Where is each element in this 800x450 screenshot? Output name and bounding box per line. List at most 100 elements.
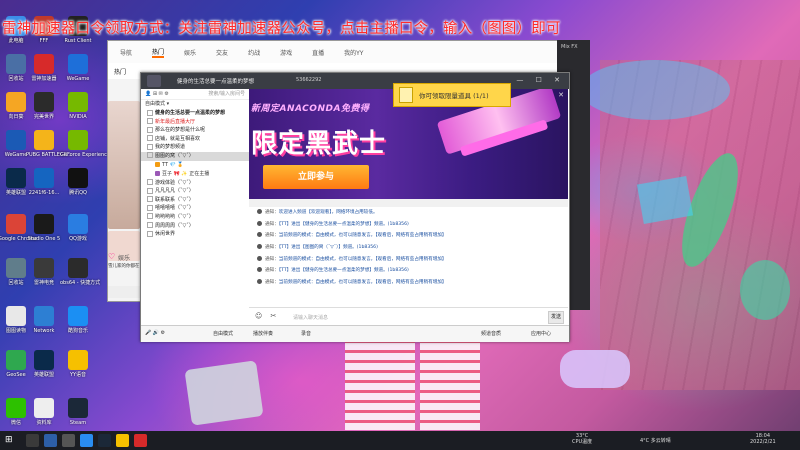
desktop-icon[interactable]: QQ游戏	[60, 214, 96, 242]
taskbar-app-icon[interactable]	[80, 434, 93, 447]
home-nav-tab[interactable]: 约战	[248, 48, 260, 57]
weather-widget[interactable]: 4°C 多云转晴	[640, 437, 671, 444]
channel-list-item[interactable]: 凡凡凡凡（ˇ▽ˇ）	[141, 187, 249, 196]
channel-list-item[interactable]: 我的梦想频道	[141, 143, 249, 152]
channel-avatar[interactable]	[147, 75, 161, 87]
home-nav-tab[interactable]: 我的YY	[344, 48, 363, 57]
qq-icon	[68, 168, 88, 188]
wallpaper-shape	[740, 260, 790, 320]
desktop-icon[interactable]: GeForce Experience	[60, 130, 110, 158]
desktop-icon[interactable]: WeGame	[60, 54, 96, 82]
expand-icon[interactable]	[147, 213, 153, 220]
clock[interactable]: 18:04 2022/2/21	[750, 433, 776, 445]
home-nav-tab[interactable]: 游戏	[280, 48, 292, 57]
broadcast-button[interactable]: 播放伴奏	[253, 330, 273, 337]
channel-list-item[interactable]: 健身的生活总要一点温柔的梦想	[141, 109, 249, 118]
chat-input[interactable]: 请输入聊天消息	[293, 314, 328, 321]
mic-icon[interactable]: 🎤 🔊 ⚙	[145, 330, 165, 336]
expand-icon[interactable]	[147, 187, 153, 194]
message-list: 通知：欢迎进入频道【欢迎观看】，网络环境占用较低。 通知：【TT】进出【健身的生活…	[249, 207, 568, 289]
record-button[interactable]: 录音	[301, 330, 311, 337]
home-nav-tab[interactable]: 交友	[216, 48, 228, 57]
send-button[interactable]: 发送	[548, 311, 564, 324]
user-list-item[interactable]: TT 💎 🏅	[141, 161, 249, 170]
sunflower-icon	[6, 92, 26, 112]
kugou-icon	[68, 306, 88, 326]
channel-mode[interactable]: 自由模式 ▾	[141, 100, 249, 109]
chat-message-text: 【TT】进出【健身的生活总要一点温柔的梦想】频道。(1b8356)	[278, 221, 409, 227]
taskbar-app-icon[interactable]	[134, 434, 147, 447]
channel-list-item[interactable]: 周周周周（ˇ▽ˇ）	[141, 222, 249, 231]
window-controls[interactable]: — ☐ ✕	[516, 76, 565, 84]
windows-start-icon[interactable]: ⊞	[5, 435, 13, 445]
desktop-icon[interactable]: 资料库	[26, 398, 62, 426]
desktop-icon[interactable]: 完美世界	[26, 92, 62, 120]
expand-icon[interactable]	[147, 118, 153, 125]
desktop-icon-label: Network	[33, 328, 55, 334]
reward-popup[interactable]: 你可领取限量道具 (1/1)	[393, 83, 511, 107]
sidebar-toolbar[interactable]: 👤 ⊞ ✉ ⚙ 搜索/输入房间号	[141, 89, 249, 100]
app-icon	[34, 258, 54, 278]
wechat-icon	[6, 398, 26, 418]
thumbnail-strip	[108, 286, 140, 298]
home-nav-tab[interactable]: 导航	[120, 48, 132, 57]
taskbar-app-icon[interactable]	[44, 434, 57, 447]
home-nav-tab[interactable]: 热门	[152, 47, 165, 58]
channel-list-label: 周周周周（ˇ▽ˇ）	[155, 222, 194, 229]
expand-icon[interactable]	[147, 126, 153, 133]
expand-icon[interactable]	[147, 230, 153, 237]
channel-list-item[interactable]: 游戏体验（ˇ▽ˇ）	[141, 179, 249, 188]
wallpaper-shape	[636, 175, 694, 225]
banner-close-icon[interactable]: ✕	[558, 91, 564, 99]
desktop-icon[interactable]: NVIDIA	[60, 92, 96, 120]
desktop-icon[interactable]: 2241f6-16...	[26, 168, 62, 196]
app-center-button[interactable]: 应用中心	[531, 330, 551, 337]
sidebar-tool-icons[interactable]: 👤 ⊞ ✉ ⚙	[145, 91, 169, 97]
channel-list-item[interactable]: 联系联系（ˇ▽ˇ）	[141, 196, 249, 205]
expand-icon[interactable]	[147, 109, 153, 116]
steam-icon[interactable]	[98, 434, 111, 447]
expand-icon[interactable]	[147, 152, 153, 159]
desktop-icon[interactable]: Steam	[60, 398, 96, 426]
desktop-icon[interactable]: YY语音	[60, 350, 96, 378]
channel-list-item[interactable]: 图图的窝（ˇ▽ˇ）	[141, 151, 249, 161]
channel-list-item[interactable]: 休闲世界	[141, 230, 249, 239]
channel-list-item[interactable]: 店铺，就是互相喜欢	[141, 135, 249, 144]
expand-icon[interactable]	[147, 204, 153, 211]
channel-list-item[interactable]: 嘻嘻嘻嘻（ˇ▽ˇ）	[141, 204, 249, 213]
desktop-icon[interactable]: 雷神加速器	[26, 54, 62, 82]
desktop-icon[interactable]: PUBG BATTLEGR...	[26, 130, 72, 158]
desktop-icon-label: WeGame	[66, 76, 90, 82]
yy-icon[interactable]	[116, 434, 129, 447]
desktop-icon[interactable]: 雷神电竞	[26, 258, 62, 286]
user-list-item[interactable]: 豆子 🎀 ✨ 正在主播	[141, 170, 249, 179]
desktop-icon[interactable]: 酷狗音乐	[60, 306, 96, 334]
audio-quality-button[interactable]: 频道音质	[481, 330, 501, 337]
desktop-icon[interactable]: 英雄联盟	[26, 350, 62, 378]
desktop-icon[interactable]: obs64 - 快捷方式	[60, 258, 100, 286]
expand-icon[interactable]	[147, 143, 153, 150]
chat-message: 通知：【TT】进出【健身的生活总要一点温柔的梦想】频道。(1b8356)	[249, 219, 568, 231]
desktop-icon[interactable]: Studio One 5	[26, 214, 62, 242]
expand-icon[interactable]	[147, 179, 153, 186]
desktop-icon-label: Rust Client	[64, 38, 92, 44]
join-now-button[interactable]: 立即参与	[263, 165, 369, 189]
desktop-icon[interactable]: 腾讯QQ	[60, 168, 96, 196]
expand-icon[interactable]	[147, 222, 153, 229]
home-nav-tab[interactable]: 娱乐	[184, 48, 196, 57]
channel-list-item[interactable]: 哟哟哟哟（ˇ▽ˇ）	[141, 213, 249, 222]
subnav-tab[interactable]: 热门	[114, 67, 126, 76]
channel-list-item[interactable]: 那么在的梦想是什么呢	[141, 126, 249, 135]
taskbar-app-icon[interactable]	[62, 434, 75, 447]
chat-message-text: 欢迎进入频道【欢迎观看】，网络环境占用较低。	[278, 210, 378, 215]
emoji-icon[interactable]: ☺ ✂	[255, 312, 279, 320]
channel-list-item[interactable]: 新年最后直播大厅	[141, 118, 249, 127]
stream-thumbnail[interactable]	[108, 101, 140, 229]
home-nav-tab[interactable]: 直播	[312, 48, 324, 57]
search-icon[interactable]	[26, 434, 39, 447]
desktop-icon[interactable]: Network	[26, 306, 62, 334]
free-mode-button[interactable]: 自由模式	[213, 330, 233, 337]
sidebar-search-input[interactable]: 搜索/输入房间号	[208, 89, 245, 99]
expand-icon[interactable]	[147, 135, 153, 142]
expand-icon[interactable]	[147, 196, 153, 203]
